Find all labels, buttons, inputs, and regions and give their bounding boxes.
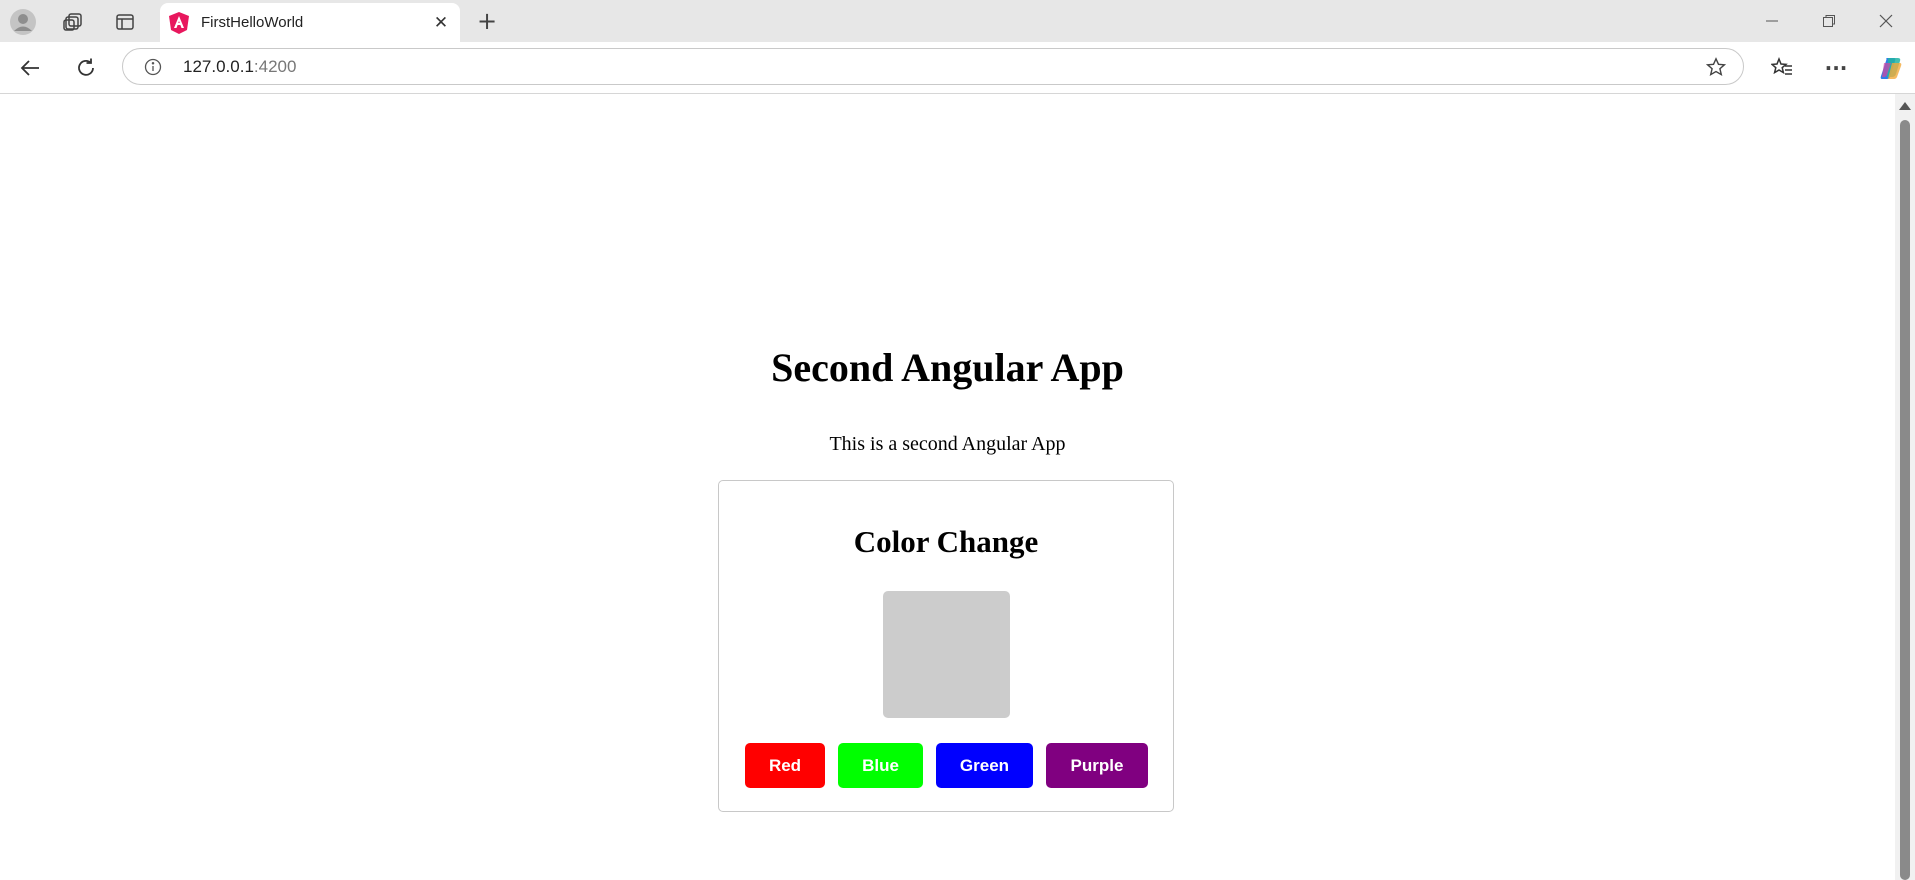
close-tab-icon[interactable]: ✕ xyxy=(430,12,452,34)
tab-bar: FirstHelloWorld ✕ + xyxy=(0,0,1915,42)
page-viewport: Second Angular App This is a second Angu… xyxy=(0,94,1895,880)
red-button[interactable]: Red xyxy=(745,743,825,788)
color-change-card: Color Change Red Blue Green Purple xyxy=(718,480,1174,812)
browser-toolbar: 127.0.0.1:4200 ··· xyxy=(0,42,1915,94)
scroll-up-arrow-icon[interactable] xyxy=(1899,102,1911,110)
back-arrow-icon[interactable] xyxy=(16,54,44,82)
active-tab[interactable]: FirstHelloWorld ✕ xyxy=(160,3,460,42)
new-tab-icon[interactable]: + xyxy=(474,7,500,35)
favorite-star-icon[interactable] xyxy=(1705,56,1727,78)
restore-icon[interactable] xyxy=(1817,10,1841,32)
page-subtitle: This is a second Angular App xyxy=(829,433,1066,455)
tab-title: FirstHelloWorld xyxy=(201,14,304,31)
scroll-thumb[interactable] xyxy=(1900,120,1910,880)
favorites-icon[interactable] xyxy=(1768,54,1796,82)
more-options-icon[interactable]: ··· xyxy=(1822,54,1850,82)
address-bar[interactable]: 127.0.0.1:4200 xyxy=(122,48,1744,85)
vertical-scrollbar[interactable] xyxy=(1895,94,1915,880)
url-port: :4200 xyxy=(253,57,297,76)
card-title: Color Change xyxy=(853,524,1039,559)
close-window-icon[interactable] xyxy=(1874,10,1898,32)
profile-icon[interactable] xyxy=(8,7,38,37)
blue-button[interactable]: Blue xyxy=(838,743,923,788)
copilot-icon[interactable] xyxy=(1876,53,1906,83)
minimize-icon[interactable] xyxy=(1760,10,1784,32)
site-info-icon[interactable] xyxy=(143,57,163,77)
green-button[interactable]: Green xyxy=(936,743,1033,788)
page-title: Second Angular App xyxy=(771,345,1124,390)
purple-button[interactable]: Purple xyxy=(1046,743,1148,788)
color-preview-box xyxy=(883,591,1010,718)
url-text[interactable]: 127.0.0.1:4200 xyxy=(183,49,296,84)
workspaces-icon[interactable] xyxy=(60,9,86,35)
angular-logo-icon xyxy=(168,11,190,35)
vertical-tabs-icon[interactable] xyxy=(112,9,138,35)
url-host: 127.0.0.1 xyxy=(183,57,254,76)
refresh-icon[interactable] xyxy=(72,54,100,82)
